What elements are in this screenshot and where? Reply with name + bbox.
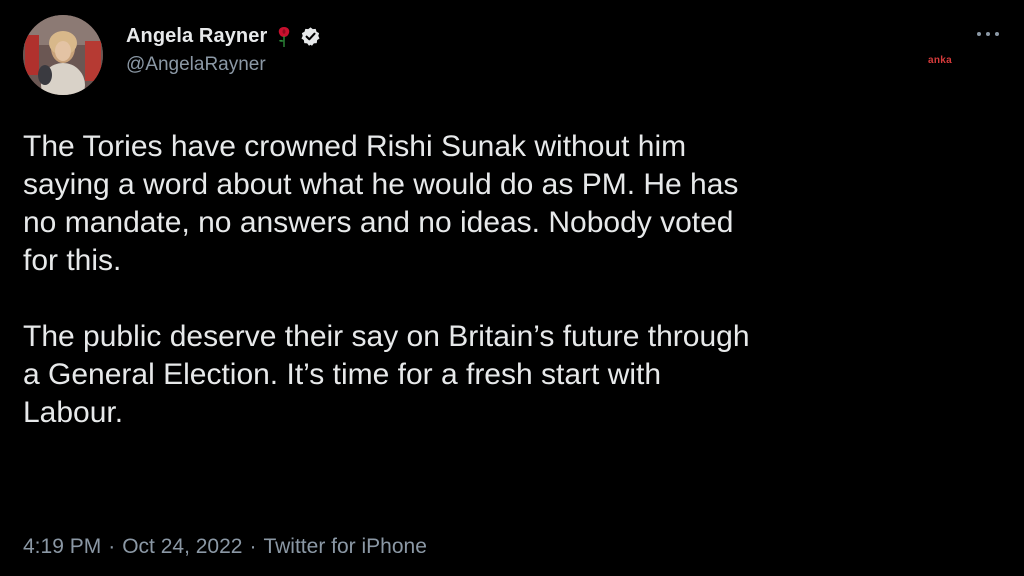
tweet-source[interactable]: Twitter for iPhone: [263, 535, 426, 559]
handle[interactable]: @AngelaRayner: [126, 54, 321, 76]
tweet-text: The Tories have crowned Rishi Sunak with…: [23, 128, 1003, 432]
meta-separator: ·: [108, 535, 116, 558]
tweet-paragraph: The Tories have crowned Rishi Sunak with…: [23, 130, 739, 277]
avatar[interactable]: [23, 15, 103, 95]
tweet-meta: 4:19 PM · Oct 24, 2022 · Twitter for iPh…: [23, 535, 427, 559]
tweet-card: Angela Rayner @AngelaRayner anka The Tor…: [0, 0, 1024, 576]
rose-icon: [276, 24, 292, 48]
avatar-photo: [23, 15, 103, 95]
author-block: Angela Rayner @AngelaRayner: [126, 22, 321, 76]
verified-icon: [300, 26, 321, 47]
meta-separator: ·: [249, 535, 257, 558]
tweet-date[interactable]: Oct 24, 2022: [122, 535, 242, 559]
display-name[interactable]: Angela Rayner: [126, 25, 267, 48]
watermark: anka: [928, 55, 952, 66]
name-row: Angela Rayner: [126, 22, 321, 50]
tweet-paragraph: The public deserve their say on Britain’…: [23, 320, 750, 429]
tweet-time[interactable]: 4:19 PM: [23, 535, 101, 559]
more-options-icon[interactable]: [973, 26, 1003, 36]
